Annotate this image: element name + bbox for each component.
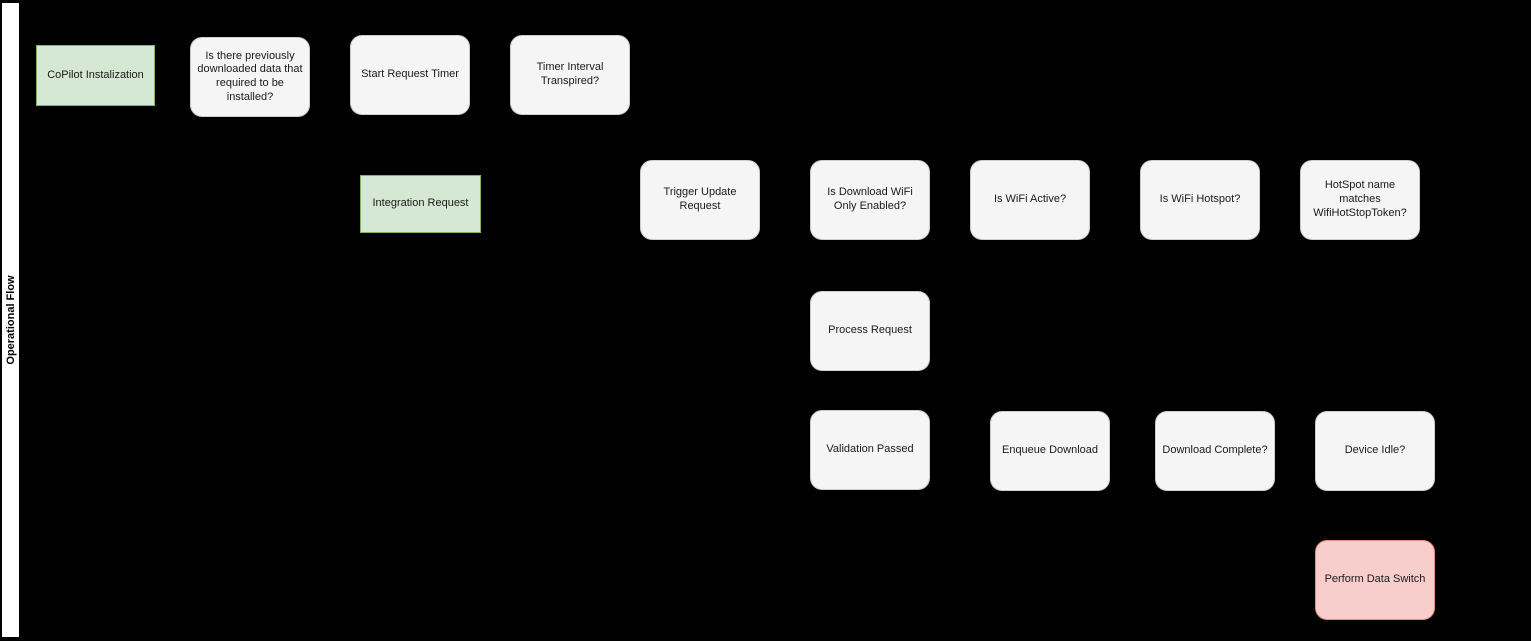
- node-label: Validation Passed: [826, 443, 914, 456]
- node-copilot-instalization[interactable]: CoPilot Instalization: [36, 45, 155, 106]
- node-previously-downloaded-data[interactable]: Is there previously downloaded data that…: [190, 37, 310, 117]
- node-is-wifi-hotspot[interactable]: Is WiFi Hotspot?: [1140, 160, 1260, 240]
- node-hotspot-name-matches[interactable]: HotSpot name matches WifiHotStopToken?: [1300, 160, 1420, 240]
- node-label: CoPilot Instalization: [47, 68, 144, 81]
- node-label: Is Download WiFi Only Enabled?: [827, 186, 913, 212]
- node-download-wifi-only-enabled[interactable]: Is Download WiFi Only Enabled?: [810, 160, 930, 240]
- node-label: Enqueue Download: [1001, 444, 1099, 457]
- node-process-request[interactable]: Process Request: [810, 291, 930, 371]
- flowchart-canvas: Operational Flow CoPilot Instalization Is…: [0, 0, 1531, 641]
- node-perform-data-switch[interactable]: Perform Data Switch: [1315, 540, 1435, 620]
- node-label: Download Complete?: [1162, 444, 1268, 457]
- node-download-complete[interactable]: Download Complete?: [1155, 411, 1275, 491]
- node-validation-passed[interactable]: Validation Passed: [810, 410, 930, 490]
- node-timer-interval-transpired[interactable]: Timer Interval Transpired?: [510, 35, 630, 115]
- node-label: Is WiFi Active?: [993, 193, 1067, 206]
- node-label: Perform Data Switch: [1324, 573, 1426, 586]
- node-trigger-update-request[interactable]: Trigger Update Request: [640, 160, 760, 240]
- node-device-idle[interactable]: Device Idle?: [1315, 411, 1435, 491]
- node-label: HotSpot name matches WifiHotStopToken?: [1313, 179, 1407, 219]
- node-start-request-timer[interactable]: Start Request Timer: [350, 35, 470, 115]
- node-label: Start Request Timer: [361, 68, 459, 81]
- node-label: Timer Interval Transpired?: [536, 61, 604, 87]
- swimlane-operational-flow: Operational Flow: [1, 2, 20, 638]
- swimlane-label-text: Operational Flow: [4, 275, 17, 365]
- node-label: Trigger Update Request: [663, 186, 737, 212]
- node-enqueue-download[interactable]: Enqueue Download: [990, 411, 1110, 491]
- node-is-wifi-active[interactable]: Is WiFi Active?: [970, 160, 1090, 240]
- node-integration-request[interactable]: Integration Request: [360, 175, 481, 233]
- node-label: Is there previously downloaded data that…: [197, 49, 303, 103]
- node-label: Integration Request: [372, 197, 469, 210]
- node-label: Process Request: [828, 324, 912, 337]
- node-label: Is WiFi Hotspot?: [1159, 193, 1241, 206]
- node-label: Device Idle?: [1344, 444, 1406, 457]
